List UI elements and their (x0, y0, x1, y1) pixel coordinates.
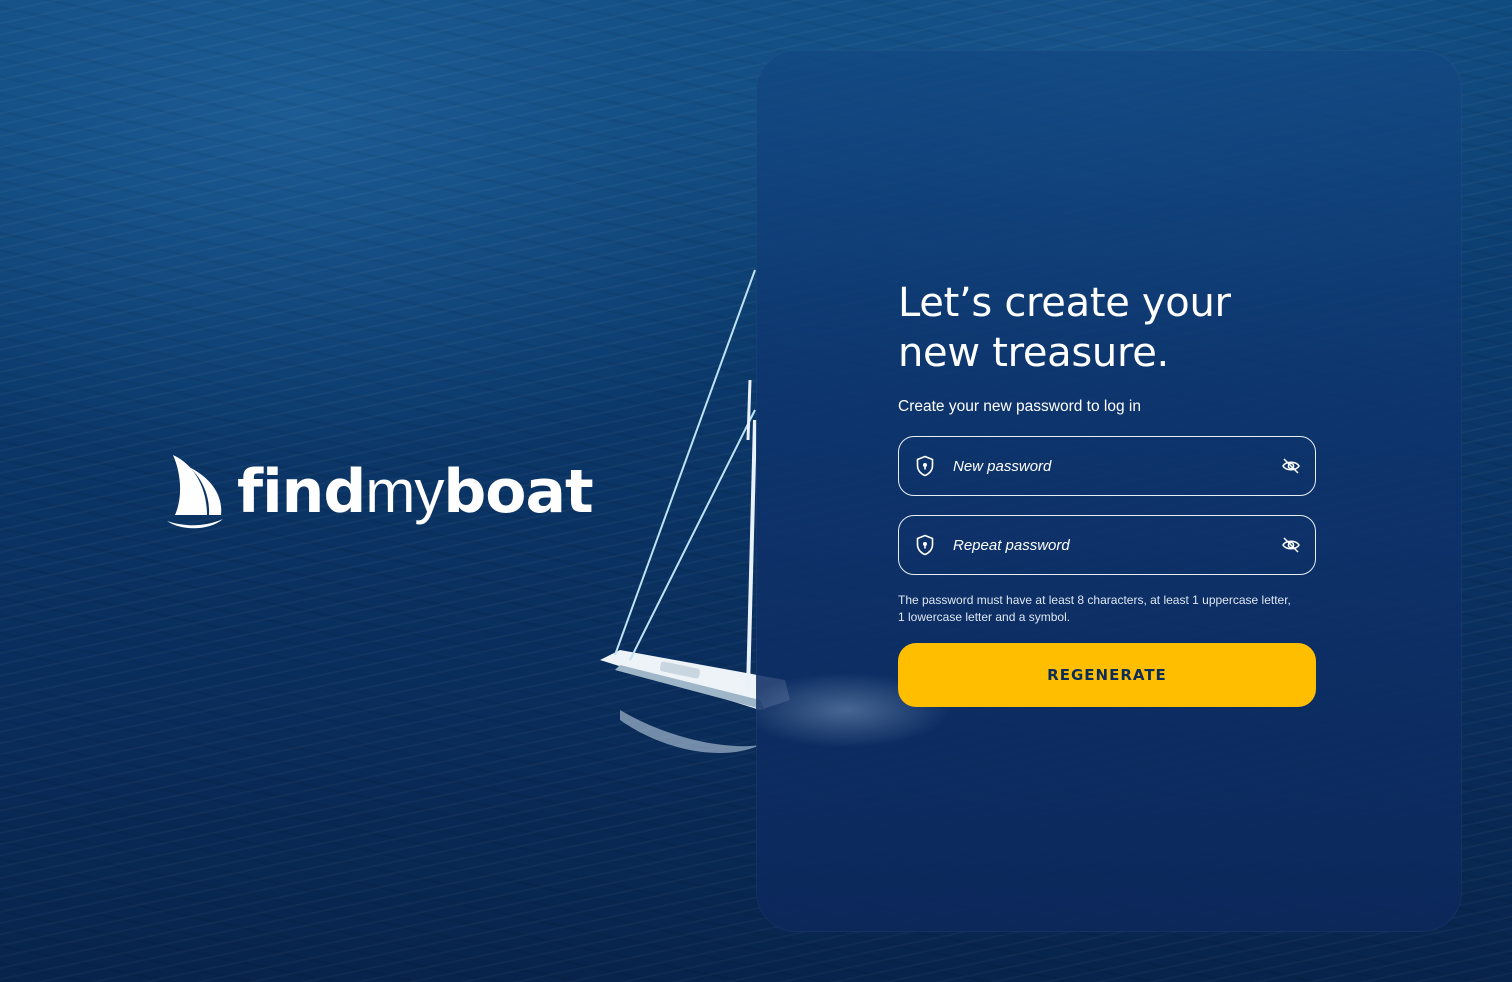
page-subtitle: Create your new password to log in (898, 398, 1141, 415)
reset-password-form: Let’s create your new treasure. Create y… (898, 278, 1316, 707)
eye-off-icon[interactable] (1281, 536, 1301, 554)
repeat-password-field[interactable] (898, 515, 1316, 575)
repeat-password-input[interactable] (953, 516, 1281, 574)
page-title-line1: Let’s create your (898, 280, 1231, 326)
page-title: Let’s create your new treasure. (898, 278, 1316, 378)
shield-lock-icon (916, 455, 934, 477)
page: findmyboat Let’s create your new treasur… (0, 0, 1512, 982)
brand-name-my: my (365, 458, 444, 525)
shield-lock-icon (916, 534, 934, 556)
page-title-line2: new treasure. (898, 330, 1169, 376)
regenerate-button[interactable]: REGENERATE (898, 643, 1316, 707)
new-password-input[interactable] (953, 437, 1281, 495)
sailboat-icon (167, 455, 223, 529)
brand-name-find: find (237, 457, 366, 527)
eye-off-icon[interactable] (1281, 457, 1301, 475)
brand-logo: findmyboat (165, 452, 594, 532)
password-requirements-hint: The password must have at least 8 charac… (898, 593, 1291, 624)
brand-name: findmyboat (237, 462, 594, 523)
new-password-field[interactable] (898, 436, 1316, 496)
password-card: Let’s create your new treasure. Create y… (756, 50, 1462, 932)
brand-name-boat: boat (443, 457, 593, 527)
